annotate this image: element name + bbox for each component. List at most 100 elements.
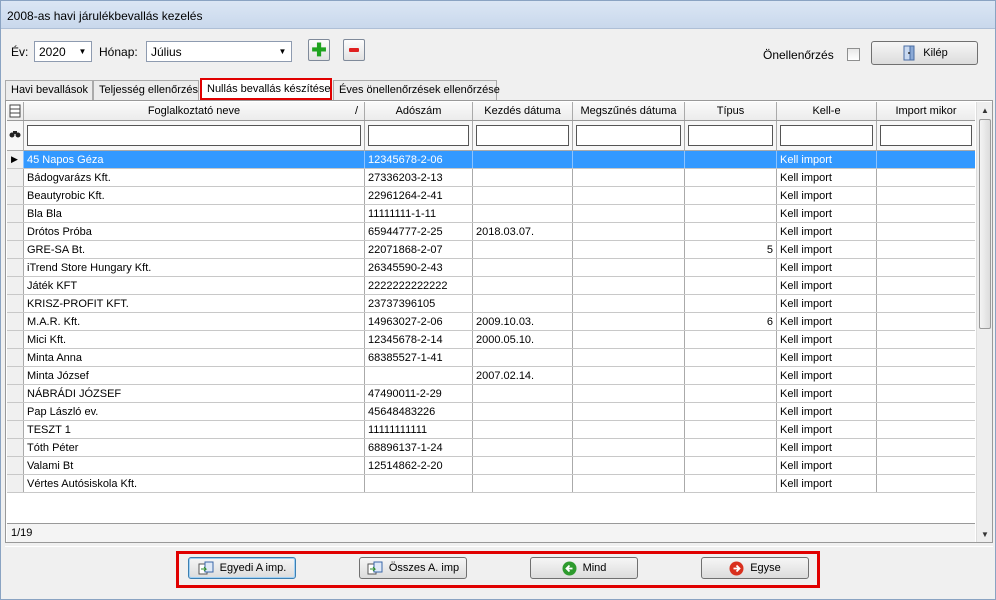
row-indicator[interactable] <box>7 385 24 402</box>
select-all-button[interactable]: Mind <box>530 557 638 579</box>
row-indicator[interactable] <box>7 367 24 384</box>
needed-cell: Kell import <box>777 367 877 384</box>
row-indicator[interactable] <box>7 205 24 222</box>
needed-cell: Kell import <box>777 259 877 276</box>
add-button[interactable]: ✚ <box>308 39 330 61</box>
tab-teljesseg-ellenorzes[interactable]: Teljesség ellenőrzés <box>93 80 199 100</box>
table-row[interactable]: Pap László ev. 45648483226 Kell import <box>7 403 975 421</box>
row-indicator[interactable] <box>7 457 24 474</box>
table-row[interactable]: Bla Bla 11111111-1-11 Kell import <box>7 205 975 223</box>
type-cell <box>685 367 777 384</box>
select-none-button[interactable]: Egyse <box>701 557 809 579</box>
tax-id-cell: 65944777-2-25 <box>365 223 473 240</box>
row-indicator[interactable] <box>7 295 24 312</box>
table-row[interactable]: Minta József 2007.02.14. Kell import <box>7 367 975 385</box>
year-select[interactable]: 2020 ▼ <box>34 41 92 62</box>
tax-id-cell: 27336203-2-13 <box>365 169 473 186</box>
row-indicator[interactable] <box>7 169 24 186</box>
tax-id-cell: 22961264-2-41 <box>365 187 473 204</box>
end-date-cell <box>573 349 685 366</box>
row-indicator[interactable] <box>7 223 24 240</box>
filter-import-input[interactable] <box>880 125 972 146</box>
table-row[interactable]: Minta Anna 68385527-1-41 Kell import <box>7 349 975 367</box>
tax-id-cell <box>365 367 473 384</box>
table-row[interactable]: M.A.R. Kft. 14963027-2-06 2009.10.03. 6 Kell… <box>7 313 975 331</box>
row-indicator[interactable] <box>7 475 24 492</box>
table-row[interactable]: Valami Bt 12514862-2-20 Kell import <box>7 457 975 475</box>
filter-needed-input[interactable] <box>780 125 873 146</box>
row-indicator[interactable] <box>7 277 24 294</box>
table-row[interactable]: NÁBRÁDI JÓZSEF 47490011-2-29 Kell import <box>7 385 975 403</box>
all-import-button[interactable]: Összes A. imp <box>359 557 467 579</box>
col-header-needed[interactable]: Kell-e <box>777 102 877 120</box>
table-row[interactable]: TESZT 1 11111111111 Kell import <box>7 421 975 439</box>
vertical-scrollbar[interactable]: ▲ ▼ <box>976 102 992 542</box>
filter-name-input[interactable] <box>27 125 361 146</box>
row-indicator[interactable] <box>7 259 24 276</box>
row-indicator[interactable] <box>7 349 24 366</box>
employer-name-cell: Vértes Autósiskola Kft. <box>24 475 365 492</box>
end-date-cell <box>573 223 685 240</box>
import-when-cell <box>877 277 975 294</box>
row-indicator[interactable] <box>7 403 24 420</box>
binoculars-icon[interactable] <box>7 121 24 150</box>
col-header-name[interactable]: Foglalkoztató neve / <box>24 102 365 120</box>
row-indicator[interactable] <box>7 313 24 330</box>
row-indicator[interactable] <box>7 439 24 456</box>
filter-type-input[interactable] <box>688 125 773 146</box>
col-header-import-when[interactable]: Import mikor <box>877 102 975 120</box>
tab-nullas-bevallas[interactable]: Nullás bevallás készítése <box>200 78 332 100</box>
scroll-up-icon[interactable]: ▲ <box>977 102 993 118</box>
remove-button[interactable] <box>343 39 365 61</box>
table-row[interactable]: Vértes Autósiskola Kft. Kell import <box>7 475 975 493</box>
table-row[interactable]: iTrend Store Hungary Kft. 26345590-2-43 Ke… <box>7 259 975 277</box>
col-header-taxid[interactable]: Adószám <box>365 102 473 120</box>
employer-name-cell: Tóth Péter <box>24 439 365 456</box>
filter-taxid-input[interactable] <box>368 125 469 146</box>
filter-cell <box>365 121 473 150</box>
year-value: 2020 <box>39 45 66 59</box>
row-indicator[interactable]: ▶ <box>7 151 24 168</box>
employer-name-cell: GRE-SA Bt. <box>24 241 365 258</box>
row-indicator[interactable] <box>7 187 24 204</box>
import-when-cell <box>877 331 975 348</box>
col-header-type[interactable]: Típus <box>685 102 777 120</box>
self-check-checkbox[interactable] <box>847 48 860 61</box>
tab-eves-onellenorzesek[interactable]: Éves önellenőrzések ellenőrzése <box>333 80 500 100</box>
scroll-thumb[interactable] <box>979 119 991 329</box>
row-indicator[interactable] <box>7 241 24 258</box>
exit-button[interactable]: Kilép <box>871 41 978 65</box>
table-row[interactable]: Drótos Próba 65944777-2-25 2018.03.07. Kell… <box>7 223 975 241</box>
table-row[interactable]: Tóth Péter 68896137-1-24 Kell import <box>7 439 975 457</box>
table-row[interactable]: Beautyrobic Kft. 22961264-2-41 Kell import <box>7 187 975 205</box>
row-indicator[interactable] <box>7 331 24 348</box>
table-row[interactable]: GRE-SA Bt. 22071868-2-07 5 Kell import <box>7 241 975 259</box>
needed-cell: Kell import <box>777 403 877 420</box>
filter-cell <box>24 121 365 150</box>
col-header-end[interactable]: Megszűnés dátuma <box>573 102 685 120</box>
grid-settings-icon[interactable] <box>7 102 24 120</box>
col-header-start[interactable]: Kezdés dátuma <box>473 102 573 120</box>
table-row[interactable]: Bádogvarázs Kft. 27336203-2-13 Kell import <box>7 169 975 187</box>
table-row[interactable]: Játék KFT 2222222222222 Kell import <box>7 277 975 295</box>
filter-start-input[interactable] <box>476 125 569 146</box>
needed-cell: Kell import <box>777 205 877 222</box>
start-date-cell: 2018.03.07. <box>473 223 573 240</box>
end-date-cell <box>573 475 685 492</box>
tab-havi-bevallasok[interactable]: Havi bevallások <box>5 80 93 100</box>
chevron-down-icon: ▼ <box>278 47 287 56</box>
type-cell <box>685 277 777 294</box>
needed-cell: Kell import <box>777 475 877 492</box>
import-when-cell <box>877 313 975 330</box>
table-row[interactable]: ▶ 45 Napos Géza 12345678-2-06 Kell import <box>7 151 975 169</box>
employer-name-cell: Bádogvarázs Kft. <box>24 169 365 186</box>
table-row[interactable]: Mici Kft. 12345678-2-14 2000.05.10. Kell im… <box>7 331 975 349</box>
table-row[interactable]: KRISZ-PROFIT KFT. 23737396105 Kell import <box>7 295 975 313</box>
month-select[interactable]: Július ▼ <box>146 41 292 62</box>
filter-end-input[interactable] <box>576 125 681 146</box>
scroll-down-icon[interactable]: ▼ <box>977 526 993 542</box>
import-when-cell <box>877 385 975 402</box>
type-cell <box>685 385 777 402</box>
row-indicator[interactable] <box>7 421 24 438</box>
single-import-button[interactable]: Egyedi A imp. <box>188 557 296 579</box>
